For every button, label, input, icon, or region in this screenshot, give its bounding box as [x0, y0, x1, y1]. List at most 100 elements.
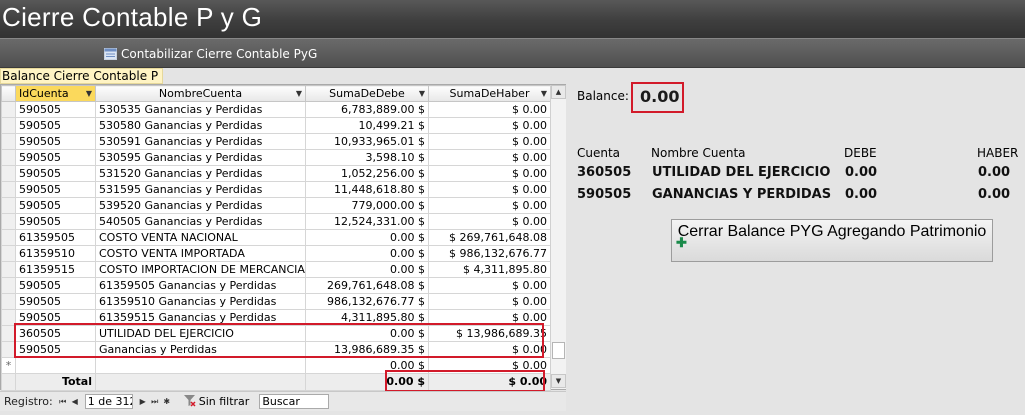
- cell-nombrecuenta[interactable]: 539520 Ganancias y Perdidas: [95, 197, 306, 214]
- cell-idcuenta[interactable]: 590505: [15, 293, 96, 310]
- cell-sumadedebe[interactable]: 13,986,689.35 $: [305, 341, 429, 358]
- column-header-sumadehaber[interactable]: SumaDeHaber ▼: [428, 85, 551, 102]
- cell-sumadehaber[interactable]: $ 0.00: [428, 309, 551, 326]
- cell-nombrecuenta[interactable]: 531520 Ganancias y Perdidas: [95, 165, 306, 182]
- row-selector[interactable]: [1, 197, 16, 214]
- cell-idcuenta[interactable]: 61359510: [15, 245, 96, 262]
- cell-idcuenta[interactable]: 590505: [15, 309, 96, 326]
- cell-nombrecuenta[interactable]: 530591 Ganancias y Perdidas: [95, 133, 306, 150]
- table-row[interactable]: 590505 61359510 Ganancias y Perdidas 986,1…: [1, 293, 551, 310]
- cell-nombrecuenta[interactable]: 531595 Ganancias y Perdidas: [95, 181, 306, 198]
- new-record-marker[interactable]: *: [1, 357, 16, 374]
- new-record-icon[interactable]: ✱: [161, 395, 173, 409]
- row-selector[interactable]: [1, 117, 16, 134]
- row-selector[interactable]: [1, 341, 16, 358]
- filter-toggle-button[interactable]: Sin filtrar: [183, 394, 249, 410]
- scroll-thumb[interactable]: [552, 342, 565, 359]
- cell-nombrecuenta[interactable]: 61359505 Ganancias y Perdidas: [95, 277, 306, 294]
- table-row[interactable]: 61359505 COSTO VENTA NACIONAL 0.00 $ $ 269,…: [1, 229, 551, 246]
- cell-nombrecuenta[interactable]: UTILIDAD DEL EJERCICIO: [95, 325, 306, 342]
- cell-sumadedebe[interactable]: 11,448,618.80 $: [305, 181, 429, 198]
- table-row[interactable]: 590505 531520 Ganancias y Perdidas 1,052,2…: [1, 165, 551, 182]
- table-row[interactable]: 590505 61359515 Ganancias y Perdidas 4,311…: [1, 309, 551, 326]
- cell-nombrecuenta[interactable]: Ganancias y Perdidas: [95, 341, 306, 358]
- cell-sumadehaber[interactable]: $ 0.00: [428, 165, 551, 182]
- first-record-icon[interactable]: ⏮: [57, 395, 69, 409]
- cell-sumadehaber[interactable]: $ 0.00: [428, 357, 551, 374]
- table-row[interactable]: 360505 UTILIDAD DEL EJERCICIO 0.00 $ $ 13,9…: [1, 325, 551, 342]
- table-row[interactable]: 590505 Ganancias y Perdidas 13,986,689.35 …: [1, 341, 551, 358]
- new-record-row[interactable]: * 0.00 $ $ 0.00: [1, 357, 551, 374]
- cell-sumadedebe[interactable]: 10,933,965.01 $: [305, 133, 429, 150]
- cell-idcuenta[interactable]: 590505: [15, 341, 96, 358]
- cell-idcuenta[interactable]: 590505: [15, 181, 96, 198]
- cell-sumadedebe[interactable]: 0.00 $: [305, 357, 429, 374]
- row-selector[interactable]: [1, 213, 16, 230]
- cell-idcuenta[interactable]: 590505: [15, 197, 96, 214]
- table-row[interactable]: 590505 530595 Ganancias y Perdidas 3,598.1…: [1, 149, 551, 166]
- row-selector[interactable]: [1, 149, 16, 166]
- cell-sumadehaber[interactable]: $ 269,761,648.08: [428, 229, 551, 246]
- select-all-corner[interactable]: [1, 85, 16, 102]
- row-selector[interactable]: [1, 325, 16, 342]
- cell-nombrecuenta[interactable]: COSTO VENTA NACIONAL: [95, 229, 306, 246]
- cell-idcuenta[interactable]: 590505: [15, 117, 96, 134]
- cell-sumadehaber[interactable]: $ 0.00: [428, 133, 551, 150]
- cell-sumadedebe[interactable]: 4,311,895.80 $: [305, 309, 429, 326]
- row-selector[interactable]: [1, 229, 16, 246]
- cerrar-balance-button[interactable]: ✚ Cerrar Balance PYG Agregando Patrimoni…: [671, 219, 993, 262]
- cell-nombrecuenta[interactable]: 530595 Ganancias y Perdidas: [95, 149, 306, 166]
- cell-sumadedebe[interactable]: 1,052,256.00 $: [305, 165, 429, 182]
- cell-sumadedebe[interactable]: 12,524,331.00 $: [305, 213, 429, 230]
- cell-sumadedebe[interactable]: 3,598.10 $: [305, 149, 429, 166]
- row-selector[interactable]: [1, 245, 16, 262]
- cell-nombrecuenta[interactable]: 540505 Ganancias y Perdidas: [95, 213, 306, 230]
- cell-sumadehaber[interactable]: $ 0.00: [428, 341, 551, 358]
- table-row[interactable]: 590505 540505 Ganancias y Perdidas 12,524,…: [1, 213, 551, 230]
- cell-sumadedebe[interactable]: 986,132,676.77 $: [305, 293, 429, 310]
- cell-sumadehaber[interactable]: $ 0.00: [428, 101, 551, 118]
- search-input[interactable]: [259, 394, 330, 409]
- row-selector[interactable]: [1, 309, 16, 326]
- cell-nombrecuenta[interactable]: [95, 357, 306, 374]
- cell-sumadedebe[interactable]: 6,783,889.00 $: [305, 101, 429, 118]
- cell-sumadedebe[interactable]: 269,761,648.08 $: [305, 277, 429, 294]
- chevron-down-icon[interactable]: ▼: [296, 87, 302, 101]
- table-row[interactable]: 61359510 COSTO VENTA IMPORTADA 0.00 $ $ 986…: [1, 245, 551, 262]
- row-selector[interactable]: [1, 261, 16, 278]
- row-selector[interactable]: [1, 293, 16, 310]
- cell-sumadedebe[interactable]: 0.00 $: [305, 261, 429, 278]
- scroll-up-icon[interactable]: ▲: [551, 85, 566, 99]
- table-row[interactable]: 590505 530591 Ganancias y Perdidas 10,933,…: [1, 133, 551, 150]
- cell-nombrecuenta[interactable]: 530580 Ganancias y Perdidas: [95, 117, 306, 134]
- subform-tab[interactable]: Balance Cierre Contable P y G: [0, 68, 163, 84]
- cell-sumadehaber[interactable]: $ 0.00: [428, 293, 551, 310]
- cell-idcuenta[interactable]: 590505: [15, 213, 96, 230]
- cell-idcuenta[interactable]: 590505: [15, 149, 96, 166]
- cell-idcuenta[interactable]: 360505: [15, 325, 96, 342]
- cell-nombrecuenta[interactable]: 530535 Ganancias y Perdidas: [95, 101, 306, 118]
- cell-idcuenta[interactable]: 590505: [15, 165, 96, 182]
- previous-record-icon[interactable]: ◀: [69, 395, 81, 409]
- cell-sumadedebe[interactable]: 0.00 $: [305, 229, 429, 246]
- cell-sumadehaber[interactable]: $ 0.00: [428, 197, 551, 214]
- cell-sumadedebe[interactable]: 0.00 $: [305, 325, 429, 342]
- scroll-down-icon[interactable]: ▼: [551, 374, 566, 388]
- contabilizar-cierre-button[interactable]: Contabilizar Cierre Contable PyG: [104, 45, 317, 63]
- column-header-nombrecuenta[interactable]: NombreCuenta ▼: [95, 85, 306, 102]
- table-row[interactable]: 61359515 COSTO IMPORTACION DE MERCANCIA 0.…: [1, 261, 551, 278]
- table-row[interactable]: 590505 531595 Ganancias y Perdidas 11,448,…: [1, 181, 551, 198]
- table-row[interactable]: 590505 530535 Ganancias y Perdidas 6,783,8…: [1, 101, 551, 118]
- cell-sumadedebe[interactable]: 779,000.00 $: [305, 197, 429, 214]
- row-selector[interactable]: [1, 101, 16, 118]
- cell-sumadehaber[interactable]: $ 0.00: [428, 213, 551, 230]
- row-selector[interactable]: [1, 181, 16, 198]
- row-selector[interactable]: [1, 277, 16, 294]
- cell-nombrecuenta[interactable]: 61359515 Ganancias y Perdidas: [95, 309, 306, 326]
- cell-idcuenta[interactable]: 61359515: [15, 261, 96, 278]
- next-record-icon[interactable]: ▶: [137, 395, 149, 409]
- cell-sumadedebe[interactable]: 10,499.21 $: [305, 117, 429, 134]
- cell-idcuenta[interactable]: 590505: [15, 101, 96, 118]
- table-row[interactable]: 590505 61359505 Ganancias y Perdidas 269,7…: [1, 277, 551, 294]
- cell-sumadehaber[interactable]: $ 0.00: [428, 277, 551, 294]
